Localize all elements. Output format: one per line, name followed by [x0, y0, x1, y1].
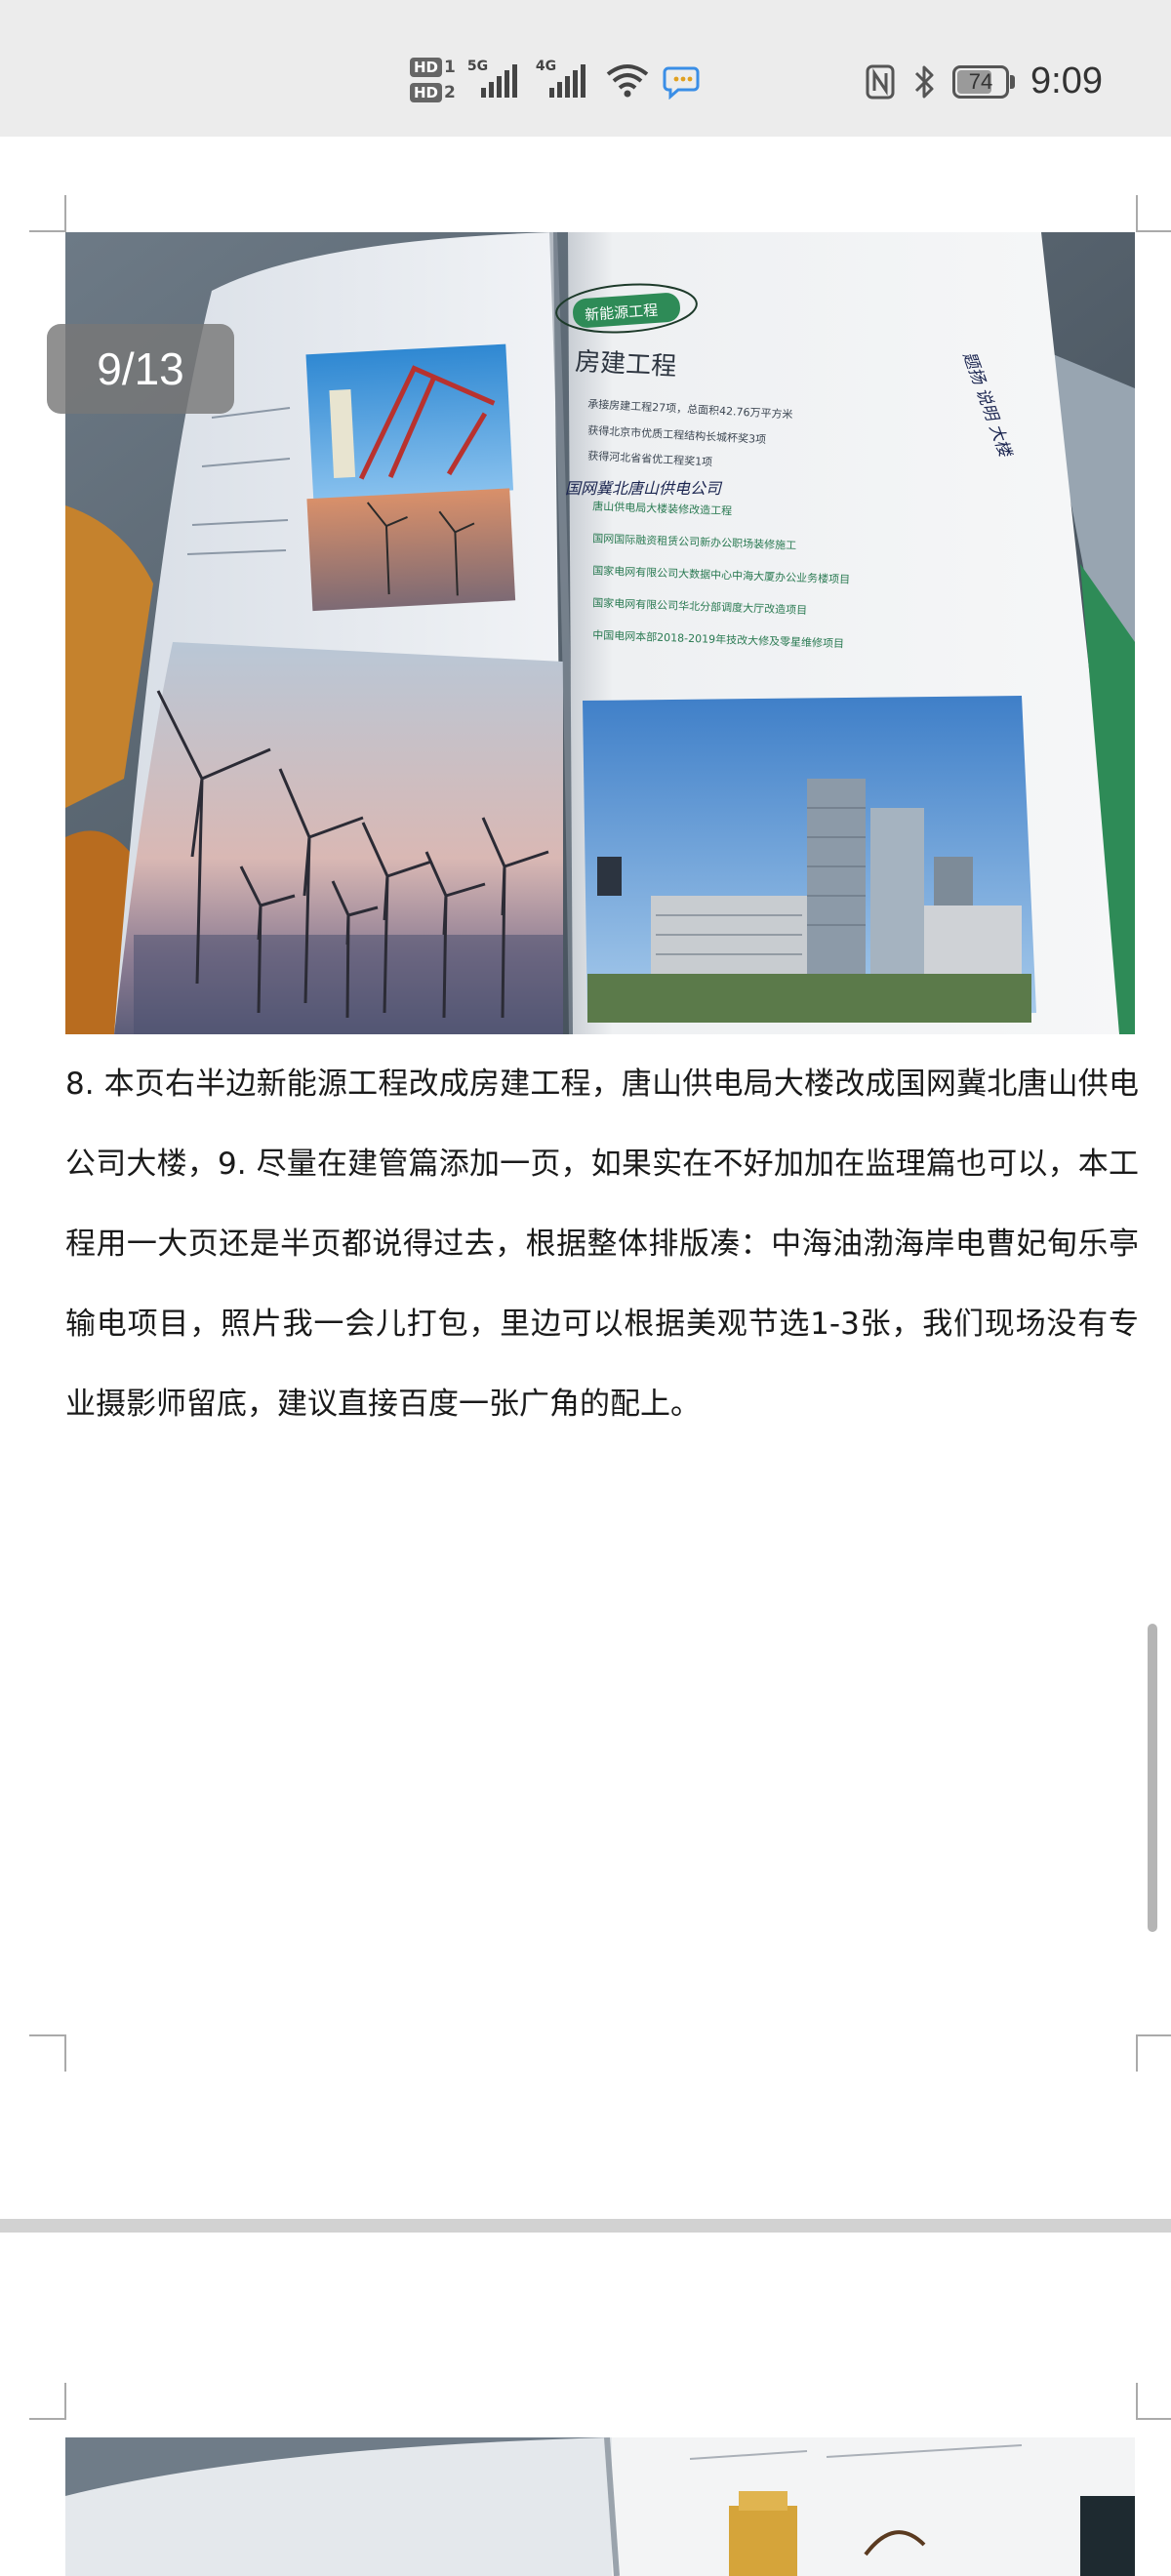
- crop-mark-bottom-right: [1136, 2034, 1171, 2072]
- photo-handwritten-note: 国网冀北唐山供电公司: [565, 479, 723, 498]
- battery-indicator: 74: [952, 64, 1016, 99]
- battery-level: 74: [968, 68, 993, 94]
- nfc-icon: [866, 64, 895, 99]
- crop-mark-top-right-page2: [1136, 2383, 1171, 2420]
- signal-5g-icon: 5G: [467, 59, 524, 101]
- crop-mark-top-left: [29, 195, 66, 232]
- crop-mark-top-right: [1136, 195, 1171, 232]
- page-indicator: 9/13: [47, 324, 234, 414]
- sim1-hd-badge: HD: [410, 58, 443, 77]
- next-brochure-photo[interactable]: [65, 2437, 1135, 2576]
- clock: 9:09: [1030, 60, 1103, 101]
- battery-tip: [1010, 74, 1016, 89]
- bluetooth-icon: [914, 65, 934, 98]
- crop-mark-top-left-page2: [29, 2383, 66, 2420]
- status-left-icons: HD 1 HD 2 5G 4G: [410, 51, 702, 109]
- status-bar: HD 1 HD 2 5G 4G 74 9:09: [0, 0, 1171, 137]
- status-right-icons: 74 9:09: [865, 60, 1103, 102]
- wifi-icon: [606, 64, 649, 98]
- sim2-hd-badge: HD: [410, 83, 443, 102]
- sim2-number: 2: [444, 83, 456, 102]
- sim1-indicator: HD 1: [410, 58, 456, 77]
- sim1-number: 1: [444, 58, 456, 77]
- sim2-indicator: HD 2: [410, 83, 456, 102]
- signal-4g-icon: 4G: [536, 59, 592, 101]
- crop-mark-bottom-left: [29, 2034, 66, 2072]
- scrollbar-thumb[interactable]: [1148, 1624, 1157, 1932]
- battery-icon: 74: [952, 64, 1010, 99]
- sim-indicators: HD 1 HD 2: [410, 58, 456, 102]
- photo-heading: 房建工程: [574, 347, 676, 382]
- page-separator: [0, 2219, 1171, 2233]
- chat-bubble-icon: [663, 66, 700, 100]
- document-body-text: 8. 本页右半边新能源工程改成房建工程，唐山供电局大楼改成国网冀北唐山供电公司大…: [65, 1067, 1139, 1422]
